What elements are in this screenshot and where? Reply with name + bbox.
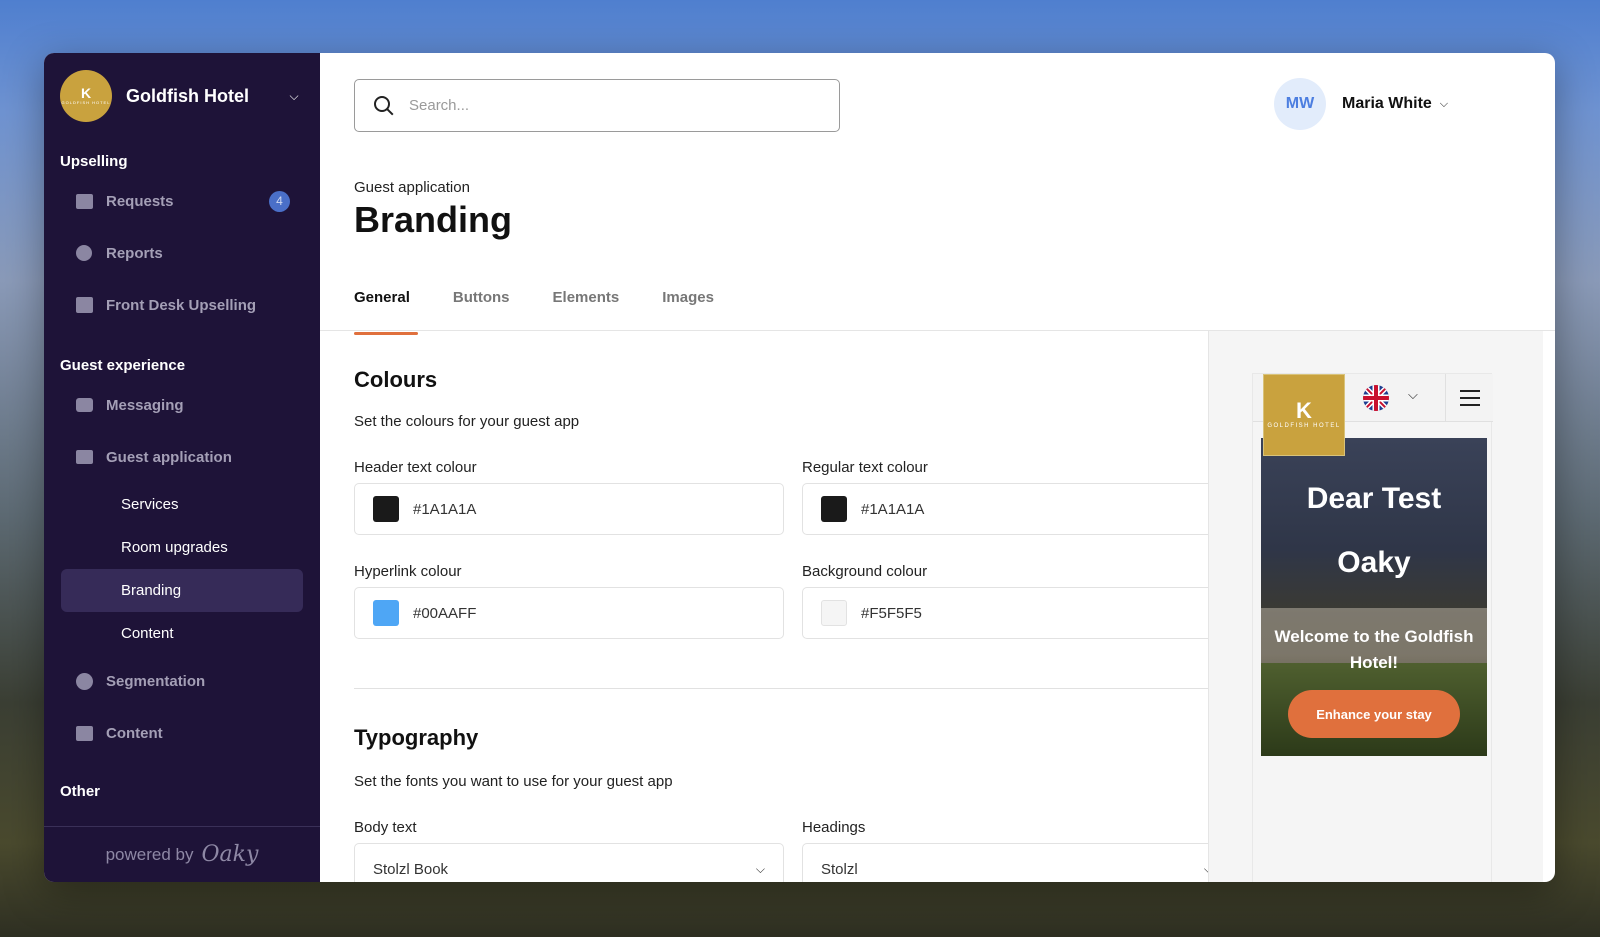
colours-title: Colours <box>354 367 438 392</box>
sidebar-item-label: Messaging <box>106 396 184 414</box>
preview-hotel-logo: K GOLDFISH HOTEL <box>1263 374 1345 456</box>
colours-description: Set the colours for your guest app <box>354 413 580 430</box>
chat-icon <box>74 395 94 415</box>
sidebar-item-label: Reports <box>106 244 163 262</box>
hotel-logo: K GOLDFISH HOTEL <box>60 70 112 122</box>
background-colour-value: #F5F5F5 <box>861 604 922 622</box>
preview-welcome-text: Welcome to the Goldfish Hotel! <box>1274 627 1474 672</box>
page-title: Branding <box>354 199 512 240</box>
hyperlink-colour-label: Hyperlink colour <box>354 563 462 580</box>
oaky-logo: Oaky <box>201 842 259 867</box>
document-list-icon <box>74 723 94 743</box>
hotel-logo-mark: K <box>80 85 92 101</box>
uk-flag-icon[interactable] <box>1363 385 1389 411</box>
sidebar-item-label: Requests <box>106 192 174 210</box>
typography-title: Typography <box>354 725 479 750</box>
sidebar-item-content[interactable]: Content <box>44 707 320 759</box>
preview-logo-mark: K <box>1296 397 1312 423</box>
store-icon <box>74 295 94 315</box>
hotel-name: Goldfish Hotel <box>126 85 249 106</box>
search-input[interactable] <box>409 97 789 114</box>
user-circle-icon <box>74 671 94 691</box>
sidebar-subitem-branding[interactable]: Branding <box>61 569 303 612</box>
sidebar-subitem-content[interactable]: Content <box>61 612 303 655</box>
chevron-down-icon: ⌵ <box>755 861 765 876</box>
sidebar-item-segmentation[interactable]: Segmentation <box>44 655 320 707</box>
section-label-guest-experience: Guest experience <box>60 356 186 374</box>
chevron-down-icon[interactable]: ⌵ <box>284 89 304 104</box>
main-content: MW Maria White ⌵ Guest application Brand… <box>320 53 1555 882</box>
sidebar-item-label: Guest application <box>106 448 232 466</box>
header-text-colour-field[interactable]: #1A1A1A <box>354 483 784 535</box>
search-icon <box>373 95 395 117</box>
phone-preview: ⌵ K GOLDFISH HOTEL Dear Test Oaky Welcom… <box>1252 373 1493 882</box>
sidebar-item-front-desk-upselling[interactable]: Front Desk Upselling <box>44 279 320 331</box>
sidebar-item-label: Front Desk Upselling <box>106 296 257 314</box>
header-text-colour-value: #1A1A1A <box>413 500 477 518</box>
hotel-logo-text: GOLDFISH HOTEL <box>61 100 111 105</box>
search-box[interactable] <box>354 79 840 132</box>
app-window: K GOLDFISH HOTEL Goldfish Hotel ⌵ Upsell… <box>44 53 1555 882</box>
calendar-icon <box>74 191 94 211</box>
tab-elements[interactable]: Elements <box>553 289 620 335</box>
headings-font-value: Stolzl <box>821 860 858 878</box>
hyperlink-colour-value: #00AAFF <box>413 604 477 622</box>
requests-count-badge: 4 <box>269 190 290 212</box>
sidebar-item-label: Content <box>106 724 163 742</box>
header-text-colour-label: Header text colour <box>354 459 477 476</box>
avatar: MW <box>1274 78 1326 130</box>
preview-greeting-line1: Dear Test <box>1306 482 1442 515</box>
powered-by-text: powered by <box>105 844 194 864</box>
enhance-your-stay-button[interactable]: Enhance your stay <box>1288 690 1460 738</box>
hyperlink-colour-field[interactable]: #00AAFF <box>354 587 784 639</box>
regular-text-colour-field[interactable]: #1A1A1A <box>802 483 1216 535</box>
typography-description: Set the fonts you want to use for your g… <box>354 773 673 790</box>
guest-app-preview: ⌵ K GOLDFISH HOTEL Dear Test Oaky Welcom… <box>1208 331 1543 882</box>
colour-swatch[interactable] <box>821 496 847 522</box>
sidebar-item-reports[interactable]: Reports <box>44 227 320 279</box>
sidebar: K GOLDFISH HOTEL Goldfish Hotel ⌵ Upsell… <box>44 53 320 882</box>
body-text-font-label: Body text <box>354 819 417 836</box>
breadcrumb: Guest application <box>354 179 470 196</box>
headings-font-select[interactable]: Stolzl ⌵ <box>802 843 1216 882</box>
section-label-upselling: Upselling <box>60 152 128 170</box>
regular-text-colour-value: #1A1A1A <box>861 500 925 518</box>
section-label-other: Other <box>60 782 101 800</box>
sidebar-item-guest-application[interactable]: Guest application <box>44 431 320 483</box>
preview-greeting-line2: Oaky <box>1337 546 1411 579</box>
sidebar-item-requests[interactable]: Requests 4 <box>44 175 320 227</box>
body-text-font-value: Stolzl Book <box>373 860 449 878</box>
colour-swatch[interactable] <box>821 600 847 626</box>
monitor-icon <box>74 447 94 467</box>
section-divider <box>354 688 1216 689</box>
tab-bar: General Buttons Elements Images <box>354 289 757 335</box>
preview-hero: Dear Test Oaky Welcome to the Goldfish H… <box>1261 438 1487 756</box>
topbar: MW Maria White ⌵ <box>320 53 1555 159</box>
sidebar-item-label: Segmentation <box>106 672 206 690</box>
colour-swatch[interactable] <box>373 496 399 522</box>
colour-swatch[interactable] <box>373 600 399 626</box>
sidebar-subitem-room-upgrades[interactable]: Room upgrades <box>61 526 303 569</box>
body-text-font-select[interactable]: Stolzl Book ⌵ <box>354 843 784 882</box>
powered-by-footer: powered by Oaky <box>44 826 320 882</box>
background-colour-label: Background colour <box>802 563 928 580</box>
settings-form: Colours Set the colours for your guest a… <box>354 331 1216 882</box>
regular-text-colour-label: Regular text colour <box>802 459 928 476</box>
background-colour-field[interactable]: #F5F5F5 <box>802 587 1216 639</box>
hotel-switcher[interactable]: K GOLDFISH HOTEL Goldfish Hotel ⌵ <box>44 53 320 139</box>
chevron-down-icon: ⌵ <box>1439 97 1449 110</box>
hamburger-menu-icon[interactable] <box>1445 374 1493 422</box>
sidebar-item-messaging[interactable]: Messaging <box>44 379 320 431</box>
tab-images[interactable]: Images <box>662 289 714 335</box>
chevron-down-icon[interactable]: ⌵ <box>1408 387 1418 403</box>
pie-chart-icon <box>74 243 94 263</box>
preview-logo-text: GOLDFISH HOTEL <box>1267 422 1341 429</box>
tab-general[interactable]: General <box>354 289 418 335</box>
user-name: Maria White <box>1342 95 1432 112</box>
user-menu[interactable]: MW Maria White ⌵ <box>1274 78 1448 130</box>
headings-font-label: Headings <box>802 819 866 836</box>
tab-buttons[interactable]: Buttons <box>453 289 510 335</box>
sidebar-subitem-services[interactable]: Services <box>61 483 303 526</box>
